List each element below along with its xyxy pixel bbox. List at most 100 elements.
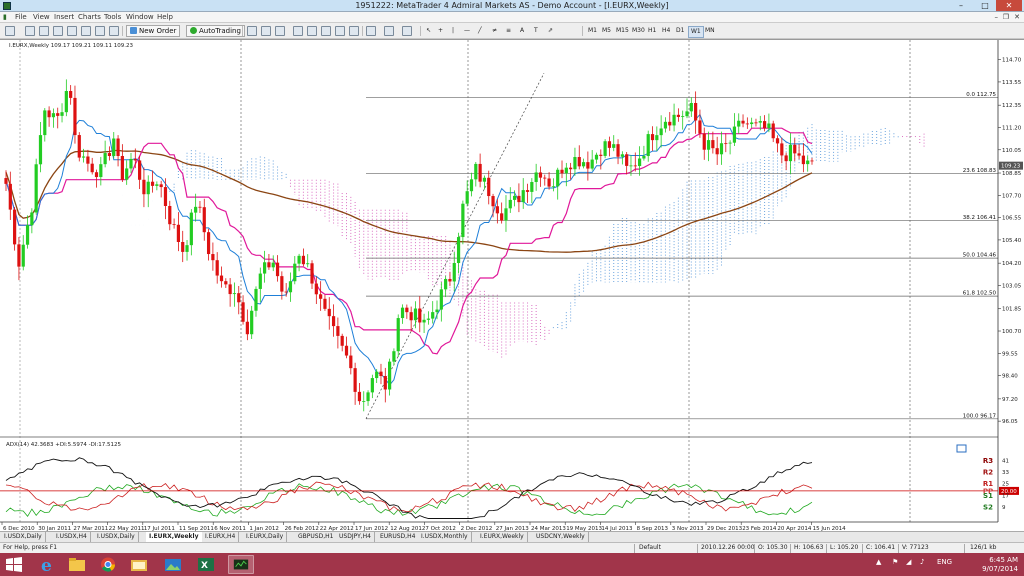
chart-shift-icon[interactable] xyxy=(335,26,345,36)
candle[interactable] xyxy=(810,157,814,165)
menu-window[interactable]: Window xyxy=(126,13,154,21)
candle[interactable] xyxy=(275,255,280,282)
candle[interactable] xyxy=(784,152,788,171)
candle[interactable] xyxy=(323,294,327,311)
candle[interactable] xyxy=(263,250,267,283)
profiles-icon[interactable] xyxy=(25,26,35,36)
candle[interactable] xyxy=(250,305,254,339)
crosshair-icon[interactable]: + xyxy=(436,26,445,36)
tray-flag-icon[interactable]: ⚑ xyxy=(892,558,898,566)
taskbar-clock[interactable]: 6:45 AM 9/07/2014 xyxy=(972,556,1018,574)
candle[interactable] xyxy=(569,162,573,180)
candle[interactable] xyxy=(775,135,780,153)
child-close-icon[interactable]: ✕ xyxy=(1014,13,1020,21)
candlestick-icon[interactable] xyxy=(261,26,271,36)
candle[interactable] xyxy=(607,136,612,157)
candle[interactable] xyxy=(202,198,206,241)
candle[interactable] xyxy=(138,155,142,190)
candle[interactable] xyxy=(103,140,107,168)
menu-tools[interactable]: Tools xyxy=(104,13,121,21)
candle[interactable] xyxy=(301,248,306,267)
candle[interactable] xyxy=(215,252,219,284)
candle[interactable] xyxy=(388,358,392,396)
candle[interactable] xyxy=(258,267,262,303)
candle[interactable] xyxy=(672,103,676,132)
candle[interactable] xyxy=(590,150,594,171)
candle[interactable] xyxy=(267,254,271,270)
candle[interactable] xyxy=(586,151,590,181)
candle[interactable] xyxy=(194,193,198,222)
candle[interactable] xyxy=(547,172,551,190)
candle[interactable] xyxy=(741,114,745,128)
tf-h1[interactable]: H1 xyxy=(646,26,658,36)
candle[interactable] xyxy=(487,170,491,205)
candle[interactable] xyxy=(43,108,47,142)
tf-m15[interactable]: M15 xyxy=(614,26,631,36)
candle[interactable] xyxy=(612,135,616,152)
candle[interactable] xyxy=(706,131,711,162)
candle[interactable] xyxy=(603,139,607,159)
candle[interactable] xyxy=(319,281,323,311)
candle[interactable] xyxy=(469,172,474,197)
candle[interactable] xyxy=(310,260,314,290)
candle[interactable] xyxy=(711,131,715,154)
candle[interactable] xyxy=(99,156,103,186)
candle[interactable] xyxy=(793,138,797,162)
new-order-button[interactable]: New Order xyxy=(126,25,181,37)
candle[interactable] xyxy=(530,178,534,204)
channel-icon[interactable]: ≠ xyxy=(490,26,499,36)
candle[interactable] xyxy=(327,297,331,330)
candle[interactable] xyxy=(94,169,99,188)
chart-tab[interactable]: I.EURX,Weekly xyxy=(477,532,528,542)
candle[interactable] xyxy=(168,200,172,231)
candle[interactable] xyxy=(73,85,77,144)
candle[interactable] xyxy=(663,117,668,133)
candle[interactable] xyxy=(650,126,655,151)
candle[interactable] xyxy=(780,137,784,164)
candle[interactable] xyxy=(56,107,60,129)
candle[interactable] xyxy=(517,183,521,213)
candle[interactable] xyxy=(525,183,530,204)
candle[interactable] xyxy=(47,106,51,127)
autotrading-button[interactable]: AutoTrading xyxy=(186,25,245,37)
metatrader-taskbar-icon[interactable] xyxy=(228,555,254,574)
candle[interactable] xyxy=(181,230,185,263)
candle[interactable] xyxy=(176,212,181,252)
menu-insert[interactable]: Insert xyxy=(54,13,74,21)
chart-tab[interactable]: USDJPY,H4 xyxy=(336,532,375,542)
chart-tab[interactable]: I.USDX,Daily xyxy=(1,532,46,542)
candle[interactable] xyxy=(655,126,659,152)
chart-tab[interactable]: I.USDX,H4 xyxy=(53,532,91,542)
cursor-icon[interactable]: ↖ xyxy=(424,26,433,36)
candle[interactable] xyxy=(245,309,249,341)
tf-d1[interactable]: D1 xyxy=(674,26,686,36)
candle[interactable] xyxy=(409,306,413,332)
candle[interactable] xyxy=(616,139,620,165)
candle[interactable] xyxy=(737,113,741,134)
candle[interactable] xyxy=(637,146,642,176)
candle[interactable] xyxy=(474,161,478,187)
label-tool-icon[interactable]: T xyxy=(532,26,540,36)
strategy-tester-icon[interactable] xyxy=(95,26,105,36)
candle[interactable] xyxy=(418,296,422,333)
bar-chart-icon[interactable] xyxy=(247,26,257,36)
candle[interactable] xyxy=(353,362,357,405)
candle[interactable] xyxy=(64,79,68,117)
vertical-line-icon[interactable]: | xyxy=(450,26,456,36)
price-chart[interactable]: 0.0 112.75 23.6 108.83 38.2 106.41 50.0 104… xyxy=(0,40,1024,532)
periods-icon[interactable] xyxy=(384,26,394,36)
candle[interactable] xyxy=(625,152,629,175)
candle[interactable] xyxy=(646,130,650,162)
candle[interactable] xyxy=(293,256,297,285)
tray-volume-icon[interactable]: ♪ xyxy=(920,558,924,566)
candle[interactable] xyxy=(504,195,508,232)
menu-help[interactable]: Help xyxy=(157,13,173,21)
child-restore-icon[interactable]: ❐ xyxy=(1003,13,1009,21)
candle[interactable] xyxy=(241,295,245,325)
candle[interactable] xyxy=(771,120,775,143)
menu-charts[interactable]: Charts xyxy=(78,13,101,21)
candle[interactable] xyxy=(461,200,465,245)
candle[interactable] xyxy=(676,108,680,122)
candle[interactable] xyxy=(594,152,599,164)
candle[interactable] xyxy=(237,286,241,315)
